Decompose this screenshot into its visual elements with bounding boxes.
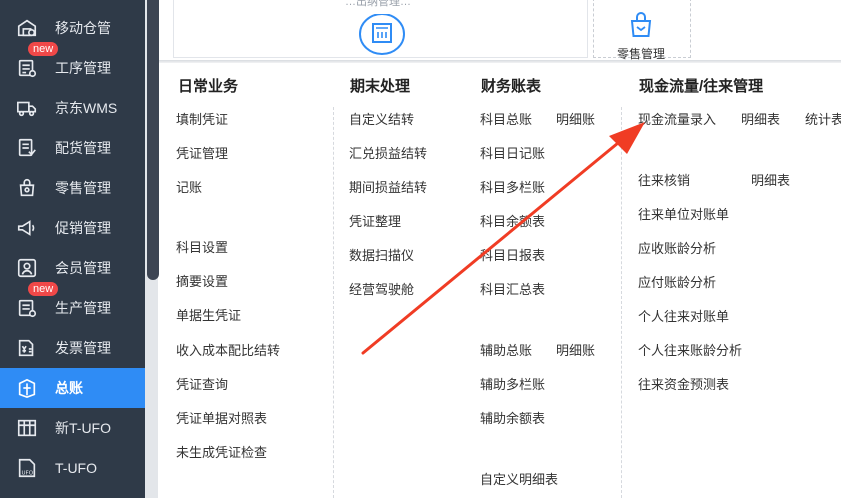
sidebar-item-promotion[interactable]: 促销管理 [0,208,145,248]
sidebar-item-label: 移动仓管 [55,20,111,36]
sidebar-item-member[interactable]: 会员管理 [0,248,145,288]
menu-heading-cashflow: 现金流量/往来管理 [639,78,764,95]
sidebar-item-distribution[interactable]: 配货管理 [0,128,145,168]
menu-item-reconciliation-detail[interactable]: 明细表 [751,170,790,189]
menu-item-aux-general-ledger[interactable]: 辅助总账 [480,340,532,359]
sidebar-item-jd-wms[interactable]: 京东WMS [0,88,145,128]
app-tile-label: …出纳管理… [345,0,411,8]
svg-text:UFO: UFO [22,470,34,476]
menu-item-account-general-ledger[interactable]: 科目总账 [480,109,532,128]
sidebar-item-mobile-warehouse[interactable]: 移动仓管 [0,8,145,48]
sidebar-item-t-ufo[interactable]: UFO T-UFO [0,448,145,488]
menu-item-fund-forecast[interactable]: 往来资金预测表 [638,374,729,393]
cashier-app-icon[interactable] [359,14,405,56]
megaphone-icon [16,217,38,239]
menu-item-multi-column[interactable]: 科目多栏账 [480,177,545,196]
menu-item-account-journal[interactable]: 科目日记账 [480,143,545,162]
menu-item-summary-setup[interactable]: 摘要设置 [176,271,228,290]
menu-item-voucher-tidy[interactable]: 凭证整理 [349,211,401,230]
sidebar-item-label: 零售管理 [55,180,111,196]
retail-icon [16,177,38,199]
warehouse-mobile-icon [16,17,38,39]
menu-item-fx-gain-loss[interactable]: 汇兑损益结转 [349,143,427,162]
menu-item-posting[interactable]: 记账 [176,177,202,196]
sidebar-item-general-ledger[interactable]: 总账 [0,368,145,408]
sidebar-item-label: 京东WMS [55,100,118,116]
menu-item-account-summary[interactable]: 科目汇总表 [480,279,545,298]
menu-item-partner-statement[interactable]: 往来单位对账单 [638,204,729,223]
new-badge: new [28,282,59,296]
report-icon [16,417,38,439]
menu-heading-daily: 日常业务 [178,78,239,95]
sidebar: 移动仓管 new 工序管理 京东WMS 配货管理 零售管理 促销管理 会员管理 … [0,0,145,498]
sidebar-item-invoice[interactable]: 发票管理 [0,328,145,368]
sidebar-item-process[interactable]: new 工序管理 [0,42,145,88]
truck-icon [16,97,38,119]
menu-item-account-setup[interactable]: 科目设置 [176,237,228,256]
invoice-icon [16,337,38,359]
menu-item-cashflow-detail[interactable]: 明细表 [741,109,780,128]
menu-item-aux-detail-ledger[interactable]: 明细账 [556,340,595,359]
menu-item-cashflow-entry[interactable]: 现金流量录入 [638,109,716,128]
menu-item-period-pl[interactable]: 期间损益结转 [349,177,427,196]
sidebar-item-label: 工序管理 [55,60,111,76]
menu-item-ap-aging[interactable]: 应付账龄分析 [638,272,716,291]
menu-item-data-scanner[interactable]: 数据扫描仪 [349,245,414,264]
menu-item-personal-aging[interactable]: 个人往来账龄分析 [638,340,742,359]
ufo-icon: UFO [16,457,38,479]
menu-item-revenue-cost-match[interactable]: 收入成本配比结转 [176,340,280,359]
general-ledger-menu: 日常业务 期末处理 财务账表 现金流量/往来管理 填制凭证 凭证管理 记账 科目… [159,63,841,498]
menu-item-custom-detail[interactable]: 自定义明细表 [480,469,558,488]
menu-item-ungenerated-check[interactable]: 未生成凭证检查 [176,442,267,461]
menu-item-doc-to-voucher[interactable]: 单据生凭证 [176,305,241,324]
sidebar-item-new-t-ufo[interactable]: 新T-UFO [0,408,145,448]
new-badge: new [28,42,59,56]
menu-item-detail-ledger[interactable]: 明细账 [556,109,595,128]
menu-item-aux-multi-column[interactable]: 辅助多栏账 [480,374,545,393]
menu-item-account-balance[interactable]: 科目余额表 [480,211,545,230]
distribution-icon [16,137,38,159]
process-icon [16,57,38,79]
menu-item-voucher-manage[interactable]: 凭证管理 [176,143,228,162]
menu-heading-period-end: 期末处理 [350,78,411,95]
menu-item-reconciliation[interactable]: 往来核销 [638,170,690,189]
menu-item-ar-aging[interactable]: 应收账龄分析 [638,238,716,257]
sidebar-item-label: T-UFO [55,460,97,476]
sidebar-item-label: 会员管理 [55,260,111,276]
sidebar-item-label: 新T-UFO [55,420,111,436]
menu-item-personal-statement[interactable]: 个人往来对账单 [638,306,729,325]
column-divider [621,107,622,498]
menu-item-cashflow-stats[interactable]: 统计表 [805,109,841,128]
sidebar-item-label: 促销管理 [55,220,111,236]
menu-item-custom-carryover[interactable]: 自定义结转 [349,109,414,128]
app-root: 移动仓管 new 工序管理 京东WMS 配货管理 零售管理 促销管理 会员管理 … [0,0,841,498]
menu-heading-reports: 财务账表 [481,78,542,95]
ledger-icon [16,377,38,399]
sidebar-item-production[interactable]: new 生产管理 [0,282,145,328]
sidebar-item-retail[interactable]: 零售管理 [0,168,145,208]
sidebar-item-label: 配货管理 [55,140,111,156]
member-icon [16,257,38,279]
sidebar-scrollbar[interactable] [147,0,159,280]
menu-item-fill-voucher[interactable]: 填制凭证 [176,109,228,128]
sidebar-item-label: 发票管理 [55,340,111,356]
retail-app-icon[interactable] [626,10,656,40]
sidebar-item-label: 总账 [55,380,83,396]
menu-item-cockpit[interactable]: 经营驾驶舱 [349,279,414,298]
production-icon [16,297,38,319]
menu-item-aux-balance[interactable]: 辅助余额表 [480,408,545,427]
sidebar-item-label: 生产管理 [55,300,111,316]
column-divider [333,107,334,498]
menu-item-voucher-query[interactable]: 凭证查询 [176,374,228,393]
menu-item-daily-report[interactable]: 科目日报表 [480,245,545,264]
menu-item-voucher-doc-compare[interactable]: 凭证单据对照表 [176,408,267,427]
